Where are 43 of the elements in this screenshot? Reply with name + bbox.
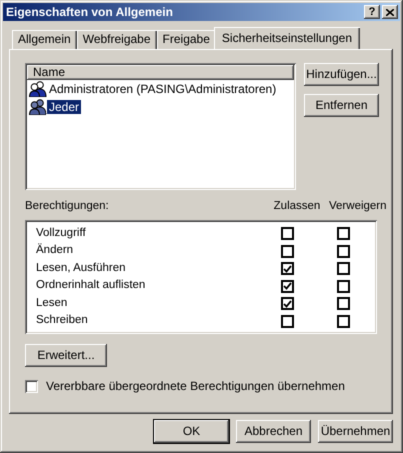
permission-name: Schreiben	[36, 314, 89, 328]
tab[interactable]: Freigabe	[156, 30, 216, 49]
permission-name: Lesen, Ausführen	[36, 262, 127, 276]
user-list[interactable]: Name Administratoren (PASING\Administratoren) Jeder	[25, 63, 296, 190]
dialog-button[interactable]: OK	[154, 420, 229, 443]
permission-name: Lesen	[36, 296, 68, 311]
permission-name: Ordnerinhalt auflisten	[36, 279, 146, 294]
checkbox[interactable]	[280, 227, 294, 240]
user-name[interactable]: Jeder	[47, 100, 82, 114]
checkbox[interactable]	[280, 244, 294, 258]
help-button[interactable]: ?	[364, 5, 380, 19]
user-name[interactable]: Administratoren (PASING\Administratoren)	[47, 82, 278, 96]
column-header: Verweigern	[329, 200, 385, 214]
permissions-label: Berechtigungen:	[25, 200, 110, 214]
close-button[interactable]	[382, 5, 398, 19]
user-button[interactable]: Hinzufügen...	[304, 63, 379, 86]
tab[interactable]: Webfreigabe	[76, 30, 157, 49]
checkbox[interactable]	[336, 280, 350, 293]
column-header: Zulassen	[272, 200, 322, 214]
checkbox-label[interactable]: Vererbbare übergeordnete Berechtigungen übernehmen	[46, 379, 345, 394]
checkbox[interactable]	[25, 380, 38, 393]
advanced-button[interactable]: Erweitert...	[25, 344, 107, 367]
dialog-button[interactable]: Abbrechen	[236, 420, 311, 443]
dialog-button[interactable]: Übernehmen	[318, 420, 393, 443]
user-button[interactable]: Entfernen	[304, 94, 379, 117]
column-header[interactable]: Name	[27, 65, 294, 80]
close-icon	[386, 8, 394, 16]
checkbox[interactable]	[336, 262, 350, 276]
checkbox[interactable]	[336, 314, 350, 328]
tab[interactable]: Sicherheitseinstellungen	[214, 27, 360, 49]
checkbox[interactable]	[336, 297, 350, 310]
permission-name: Vollzugriff	[36, 226, 87, 241]
tab[interactable]: Allgemein	[12, 30, 77, 49]
checkbox[interactable]	[280, 280, 294, 293]
permission-name: Ändern	[36, 244, 74, 258]
checkbox[interactable]	[280, 262, 294, 276]
checkbox[interactable]	[336, 244, 350, 258]
window-title: Eigenschaften von Allgemein	[6, 4, 174, 20]
checkbox[interactable]	[280, 297, 294, 310]
user-group-icon	[29, 81, 47, 97]
checkbox[interactable]	[336, 227, 350, 240]
user-group-icon	[29, 99, 47, 115]
checkbox[interactable]	[280, 314, 294, 328]
